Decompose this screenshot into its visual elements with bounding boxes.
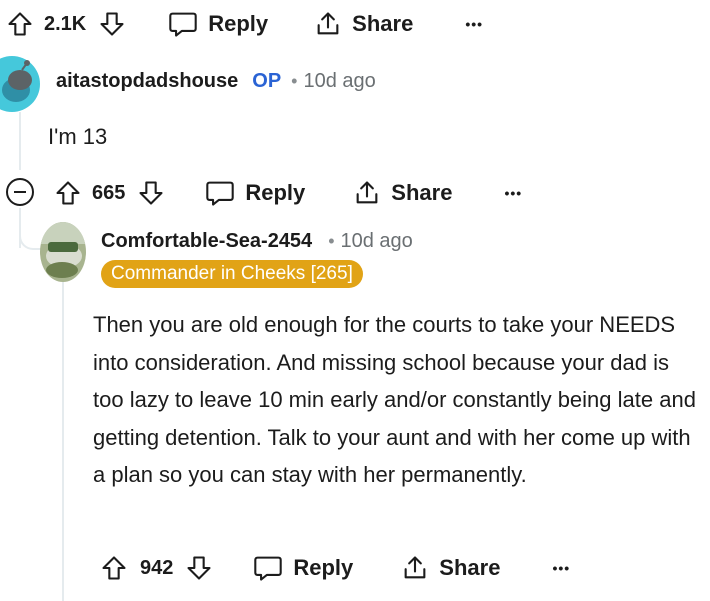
reply-button[interactable]: Reply [168,10,268,38]
more-options-button[interactable]: ••• [552,560,570,576]
share-label: Share [391,180,453,205]
downvote-icon[interactable] [185,554,213,582]
downvote-icon[interactable] [98,10,126,38]
more-options-button[interactable]: ••• [504,185,522,201]
comment1-action-bar: 665 Reply Share ••• [54,173,522,213]
vote-count: 2.1K [44,12,87,35]
share-icon [401,554,429,582]
separator-dot: • [291,71,298,91]
comment-text: I'm 13 [48,124,108,149]
reply-label: Reply [208,11,269,36]
share-icon [353,179,381,207]
vote-count: 665 [92,181,126,204]
avatar[interactable] [40,222,86,282]
comment-text: Then you are old enough for the courts t… [93,312,696,487]
share-label: Share [439,555,501,580]
reply-button[interactable]: Reply [253,554,353,582]
separator-dot: • [328,231,335,251]
vote-count: 942 [140,556,174,579]
share-button[interactable]: Share [314,10,413,38]
reply-label: Reply [293,555,354,580]
op-badge: OP [252,70,282,92]
share-icon [314,10,342,38]
parent-action-bar: 2.1K Reply Share ••• [6,4,483,44]
reply-icon [168,10,198,38]
share-button[interactable]: Share [401,554,500,582]
upvote-icon[interactable] [54,179,82,207]
reply-icon [205,179,235,207]
downvote-icon[interactable] [137,179,165,207]
timestamp[interactable]: 10d ago [341,230,413,253]
share-label: Share [352,11,414,36]
upvote-icon[interactable] [100,554,128,582]
more-options-button[interactable]: ••• [465,16,483,32]
comment1-header: aitastopdadshouse OP • 10d ago [56,70,376,93]
thread-line-comment2[interactable] [62,282,64,601]
thread-branch [19,210,41,250]
comment2-action-bar: 942 Reply Share ••• [100,548,570,588]
avatar-snoo-icon [0,56,40,112]
share-button[interactable]: Share [353,179,452,207]
avatar-image-icon [40,222,86,282]
user-flair: Commander in Cheeks [265] [101,260,363,288]
timestamp[interactable]: 10d ago [303,70,375,93]
reply-icon [253,554,283,582]
reply-label: Reply [245,180,306,205]
avatar[interactable] [0,52,40,112]
reply-button[interactable]: Reply [205,179,305,207]
thread-line-comment1[interactable] [19,112,21,170]
comment2-header: Comfortable-Sea-2454 • 10d ago [101,230,413,253]
upvote-icon[interactable] [6,10,34,38]
author-name[interactable]: aitastopdadshouse [56,70,238,93]
minus-icon [14,191,26,193]
collapse-thread-button[interactable] [6,178,34,206]
author-name[interactable]: Comfortable-Sea-2454 [101,230,312,253]
